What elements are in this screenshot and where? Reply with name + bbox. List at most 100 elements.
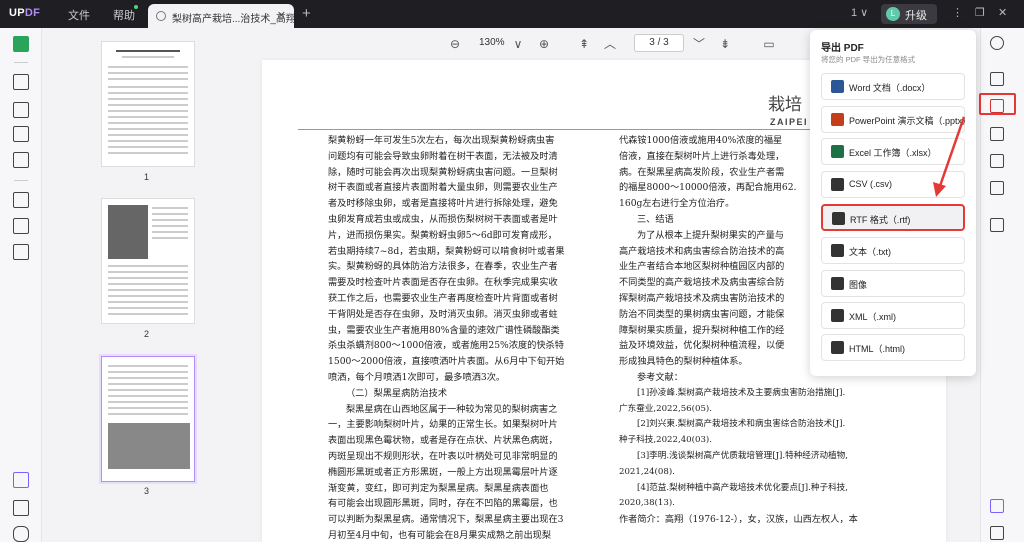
- bookmark-icon[interactable]: [13, 500, 29, 516]
- page-header-title: 栽培: [768, 95, 802, 115]
- export-option-label: RTF 格式（.rtf): [850, 215, 911, 225]
- text-line: 1500～2000倍液，直接喷洒叶片表面。从6月中下旬开始: [328, 356, 565, 368]
- first-page-icon[interactable]: ⇞: [577, 37, 591, 51]
- email-icon[interactable]: [990, 181, 1004, 195]
- panel-subtitle: 将您的 PDF 导出为任意格式: [821, 55, 916, 64]
- text-line: 作者简介：高翔（1976-12-），女，汉族，山西左权人，本: [619, 514, 858, 526]
- layers-icon[interactable]: [13, 472, 29, 488]
- tab-title: 梨树高产栽培...治技术_高翔: [172, 14, 294, 25]
- text-line: 获工作之后，也需要农业生产者再度检查叶片背面或者树: [328, 292, 558, 304]
- app-logo: UPDF: [9, 7, 41, 19]
- export-option-image[interactable]: 图像: [821, 270, 965, 297]
- text-line: 者及时移除虫卵，或者是直接将叶片进行拆除处理，避免: [328, 198, 558, 210]
- form-icon[interactable]: [13, 126, 29, 142]
- thumbnail-page-2[interactable]: [101, 198, 195, 324]
- export-option-html[interactable]: HTML（.html): [821, 334, 965, 361]
- search-icon[interactable]: [990, 36, 1004, 50]
- text-line: 2020,38(13).: [619, 498, 675, 509]
- tab-close-icon[interactable]: ✕: [277, 9, 286, 22]
- text-line: 可以判断为梨黑星病。通常情况下，梨黑星病主要出现在3: [328, 514, 564, 526]
- ocr-icon[interactable]: [990, 72, 1004, 86]
- divider: [14, 180, 28, 181]
- last-page-icon[interactable]: ⇟: [718, 37, 732, 51]
- version-dropdown[interactable]: 1 ∨: [851, 6, 868, 19]
- document-icon: [156, 11, 166, 21]
- new-tab-button[interactable]: +: [302, 5, 311, 22]
- excel-icon: [831, 145, 844, 158]
- text-line: 渐变黄，变红，即可判定为梨黑星病。梨黑星病表面也: [328, 482, 549, 494]
- upgrade-button[interactable]: L 升级: [881, 4, 937, 24]
- attachment-icon[interactable]: [13, 526, 29, 542]
- text-line: [1]孙凌峰.梨树高产栽培技术及主要病虫害防治措施[J].: [637, 387, 846, 398]
- fill-sign-icon[interactable]: [13, 152, 29, 168]
- thumbnail-page-1[interactable]: [101, 41, 195, 167]
- image-icon: [831, 277, 844, 290]
- text-line: [3]李明.浅谈梨树高产优质栽培管理[J].特种经济动植物,: [637, 450, 848, 461]
- text-column-left: 梨黄粉蚜一年可发生5次左右，每次出现梨黄粉蚜病虫害 问题均有可能会导致虫卵附着在树…: [328, 133, 565, 542]
- menu-file[interactable]: 文件: [68, 7, 90, 23]
- close-icon[interactable]: ✕: [998, 6, 1007, 19]
- export-option-label: 文本（.txt): [849, 247, 891, 257]
- export-option-xml[interactable]: XML（.xml): [821, 302, 965, 329]
- page-number-input[interactable]: 3 / 3: [634, 34, 684, 52]
- text-line: [4]范益.梨树种植中高产栽培技术优化要点[J].种子科技,: [637, 482, 848, 493]
- text-line: 2021,24(08).: [619, 466, 675, 477]
- export-option-rtf[interactable]: RTF 格式（.rtf): [821, 204, 965, 231]
- edit-icon[interactable]: [13, 102, 29, 118]
- thumbnail-label: 3: [144, 486, 150, 496]
- text-line: 梨黄粉蚜一年可发生5次左右，每次出现梨黄粉蚜病虫害: [328, 135, 555, 146]
- txt-icon: [831, 244, 844, 257]
- chat-icon[interactable]: [990, 526, 1004, 540]
- ai-assistant-icon[interactable]: [990, 499, 1004, 513]
- zoom-dropdown-icon[interactable]: ∨: [511, 37, 525, 51]
- text-line: 梨黑星病在山西地区属于一种较为常见的梨树病害之: [346, 403, 558, 415]
- text-line: 实。梨黄粉蚜的具体防治方法很多，在春季，农业生产者: [328, 261, 558, 273]
- export-option-label: Excel 工作簿（.xlsx）: [849, 148, 937, 158]
- save-icon[interactable]: [990, 218, 1004, 232]
- thumbnail-label: 1: [144, 172, 150, 182]
- text-line: 椭圆形黑斑或者正方形黑斑，一般上方出现黑霉层叶片逐: [328, 466, 558, 478]
- next-page-icon[interactable]: ﹀: [692, 37, 706, 51]
- html-icon: [831, 341, 844, 354]
- prev-page-icon[interactable]: ︿: [603, 37, 617, 51]
- zoom-out-icon[interactable]: ⊖: [448, 37, 462, 51]
- export-option-ppt[interactable]: PowerPoint 演示文稿（.pptx）: [821, 106, 971, 133]
- export-option-excel[interactable]: Excel 工作簿（.xlsx）: [821, 138, 965, 165]
- export-option-label: PowerPoint 演示文稿（.pptx）: [849, 116, 972, 126]
- organize-icon[interactable]: [13, 192, 29, 208]
- export-option-word[interactable]: Word 文档（.docx）: [821, 73, 965, 100]
- export-option-label: Word 文档（.docx）: [849, 83, 931, 93]
- reader-icon[interactable]: [13, 36, 29, 52]
- word-icon: [831, 80, 844, 93]
- crop-icon[interactable]: [13, 218, 29, 234]
- text-line: 需要及时检查叶片表面是否存在虫卵。在秋季完成果实收: [328, 277, 558, 289]
- xml-icon: [831, 309, 844, 322]
- text-line: 杀虫杀螨剂800～1000倍液，或者施用25%浓度的快杀特: [328, 340, 564, 352]
- divider: [14, 62, 28, 63]
- protect-icon[interactable]: [990, 127, 1004, 141]
- export-option-label: HTML（.html): [849, 344, 905, 354]
- export-option-csv[interactable]: CSV (.csv): [821, 171, 965, 198]
- text-line: 问题均有可能会导致虫卵附着在树干表面，无法被及时清: [328, 150, 558, 162]
- tools-icon[interactable]: [13, 244, 29, 260]
- export-option-txt[interactable]: 文本（.txt): [821, 237, 965, 264]
- zoom-level[interactable]: 130%: [479, 37, 505, 48]
- zoom-in-icon[interactable]: ⊕: [537, 37, 551, 51]
- text-line: 若虫期持续7~8d，若虫期，梨黄粉蚜可以啃食树叶或者果: [328, 245, 565, 257]
- text-line: （二）梨黑星病防治技术: [346, 387, 448, 399]
- text-line: 有可能会出现圆形黑斑，同时，存在不凹陷的黑霉层，也: [328, 498, 558, 510]
- export-panel: 导出 PDF 将您的 PDF 导出为任意格式 Word 文档（.docx） Pow…: [810, 30, 976, 376]
- restore-icon[interactable]: ❐: [975, 6, 985, 19]
- share-icon[interactable]: [990, 154, 1004, 168]
- menu-help[interactable]: 帮助: [113, 7, 135, 23]
- text-line: 喷洒，每个月喷洒1次即可，最多喷洒3次。: [328, 371, 506, 383]
- panel-title: 导出 PDF: [821, 43, 864, 54]
- presentation-icon[interactable]: ▭: [762, 37, 776, 51]
- document-tab[interactable]: 梨树高产栽培...治技术_高翔 ✕: [148, 4, 294, 28]
- more-icon[interactable]: ⋮: [952, 6, 963, 19]
- thumbnail-page-3[interactable]: [101, 356, 195, 482]
- export-highlight: [979, 93, 1016, 115]
- left-sidebar: [0, 28, 42, 542]
- comment-icon[interactable]: [13, 74, 29, 90]
- text-line: 虫卵发育成若虫或成虫，从而损伤梨树树干表面或者是叶: [328, 213, 558, 225]
